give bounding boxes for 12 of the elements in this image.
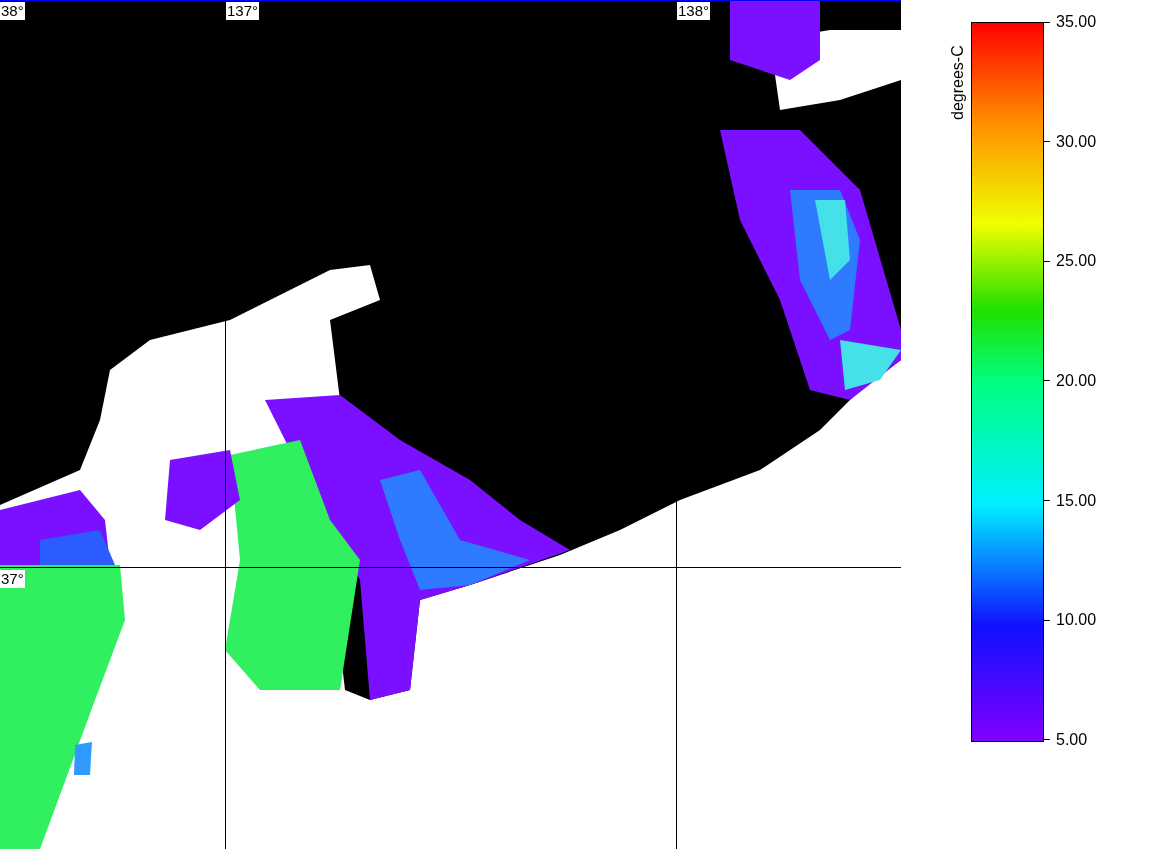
scale-tick-label: 10.00 <box>1056 611 1097 630</box>
longitude-label: 137° <box>226 2 260 20</box>
scale-tick-label: 15.00 <box>1056 491 1097 510</box>
scale-tick-label: 5.00 <box>1056 730 1088 749</box>
scale-tick-label: 35.00 <box>1056 13 1097 31</box>
scale-tick-label: 20.00 <box>1056 371 1097 390</box>
scale-tick-label: 30.00 <box>1056 132 1097 151</box>
scale-tick-label: 25.00 <box>1056 252 1097 271</box>
latitude-label: 37° <box>0 570 25 588</box>
longitude-label: 138° <box>677 2 711 20</box>
legend-title: degrees-C <box>949 44 967 120</box>
latitude-label: 38° <box>0 2 25 20</box>
